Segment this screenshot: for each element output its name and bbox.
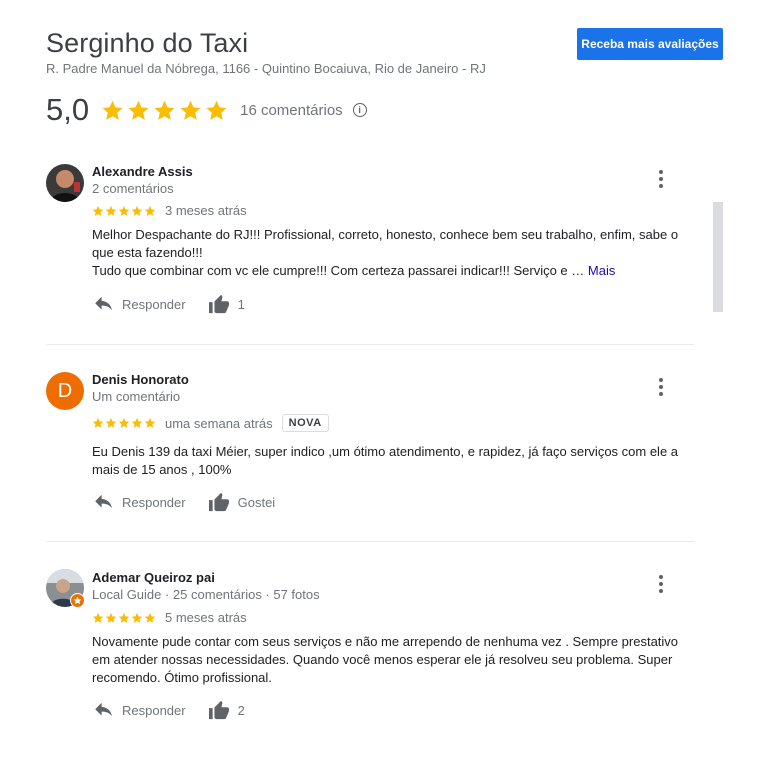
more-options-icon[interactable] xyxy=(657,575,665,593)
star-icon xyxy=(92,417,104,428)
reply-button[interactable]: Responder xyxy=(94,494,186,510)
review-item: Alexandre Assis 2 comentários 3 meses at… xyxy=(46,164,696,324)
info-icon[interactable]: i xyxy=(352,103,367,117)
star-icon xyxy=(144,205,156,216)
local-guide-badge-icon xyxy=(70,593,85,608)
review-stars xyxy=(92,417,156,429)
review-text-line: Melhor Despachante do RJ!!! Profissional… xyxy=(92,227,679,242)
rating-summary: 5,0 16 comentários i xyxy=(46,92,367,128)
review-text-line: que esta fazendo!!! xyxy=(92,245,203,260)
star-icon xyxy=(105,205,117,216)
review-date: 3 meses atrás xyxy=(165,203,247,218)
avatar[interactable]: D xyxy=(46,372,84,410)
more-options-icon[interactable] xyxy=(657,378,665,396)
read-more-link[interactable]: Mais xyxy=(588,263,615,278)
get-more-reviews-button[interactable]: Receba mais avaliações xyxy=(577,28,723,60)
star-icon xyxy=(102,100,123,120)
review-rating: uma semana atrás NOVA xyxy=(92,414,329,432)
review-text-line: em atender nossas necessidades. Quando v… xyxy=(92,652,673,667)
review-date: 5 meses atrás xyxy=(165,610,247,625)
thumbs-up-icon xyxy=(208,700,229,720)
star-icon xyxy=(128,100,149,120)
like-button[interactable]: Gostei xyxy=(208,492,276,512)
thumbs-up-icon xyxy=(208,294,229,314)
star-icon xyxy=(180,100,201,120)
reply-button[interactable]: Responder xyxy=(94,296,186,312)
review-text-line: Eu Denis 139 da taxi Méier, super indico… xyxy=(92,444,679,459)
thumbs-up-icon xyxy=(208,492,229,512)
divider xyxy=(46,541,694,542)
author-name[interactable]: Denis Honorato xyxy=(92,372,189,387)
rating-value: 5,0 xyxy=(46,92,90,127)
like-count: 1 xyxy=(237,296,245,312)
reply-icon xyxy=(95,296,112,311)
like-button[interactable]: 1 xyxy=(208,294,245,314)
like-label: Gostei xyxy=(237,494,276,510)
review-text: Novamente pude contar com seus serviços … xyxy=(92,633,692,687)
rating-stars xyxy=(101,99,228,122)
star-icon xyxy=(118,612,130,623)
star-icon xyxy=(131,612,143,623)
author-meta: Local Guide · 25 comentários · 57 fotos xyxy=(92,587,320,602)
reply-icon xyxy=(95,702,112,717)
review-text: Eu Denis 139 da taxi Méier, super indico… xyxy=(92,443,692,479)
review-text-line: mais de 15 anos , 100% xyxy=(92,462,232,477)
review-stars xyxy=(92,205,156,217)
review-text-line: Novamente pude contar com seus serviços … xyxy=(92,634,679,649)
review-actions: Responder Gostei xyxy=(94,492,275,512)
star-icon xyxy=(105,417,117,428)
star-icon xyxy=(144,612,156,623)
review-actions: Responder 1 xyxy=(94,294,245,314)
star-icon xyxy=(131,205,143,216)
review-date: uma semana atrás xyxy=(165,415,273,431)
review-stars xyxy=(92,612,156,624)
star-icon xyxy=(206,100,227,120)
star-icon xyxy=(144,417,156,428)
divider xyxy=(46,344,694,345)
reply-label: Responder xyxy=(122,494,186,510)
author-meta: Um comentário xyxy=(92,389,181,404)
star-icon xyxy=(131,417,143,428)
star-icon xyxy=(154,100,175,120)
reply-label: Responder xyxy=(122,296,186,312)
reply-label: Responder xyxy=(122,702,186,718)
scrollbar-thumb[interactable] xyxy=(713,202,723,312)
more-options-icon[interactable] xyxy=(657,170,665,188)
avatar[interactable] xyxy=(46,164,84,202)
review-text: Melhor Despachante do RJ!!! Profissional… xyxy=(92,226,692,280)
review-actions: Responder 2 xyxy=(94,700,245,720)
review-text-line: Tudo que combinar com vc ele cumpre!!! C… xyxy=(92,263,585,278)
new-badge: NOVA xyxy=(281,414,329,432)
review-count: 16 comentários xyxy=(240,101,343,119)
like-count: 2 xyxy=(237,702,245,718)
author-meta: 2 comentários xyxy=(92,181,174,196)
reply-button[interactable]: Responder xyxy=(94,702,186,718)
reply-icon xyxy=(95,494,112,509)
review-text-line: recomendo. Ótimo profissional. xyxy=(92,670,272,685)
star-icon xyxy=(105,612,117,623)
review-item: D Denis Honorato Um comentário uma seman… xyxy=(46,372,696,522)
review-rating: 3 meses atrás xyxy=(92,203,247,218)
star-icon xyxy=(118,417,130,428)
star-icon xyxy=(92,205,104,216)
star-icon xyxy=(92,612,104,623)
business-address: R. Padre Manuel da Nóbrega, 1166 - Quint… xyxy=(46,61,486,76)
review-rating: 5 meses atrás xyxy=(92,610,247,625)
like-button[interactable]: 2 xyxy=(208,700,245,720)
author-name[interactable]: Ademar Queiroz pai xyxy=(92,570,215,585)
author-name[interactable]: Alexandre Assis xyxy=(92,164,193,179)
review-item: Ademar Queiroz pai Local Guide · 25 come… xyxy=(46,569,696,729)
star-icon xyxy=(118,205,130,216)
